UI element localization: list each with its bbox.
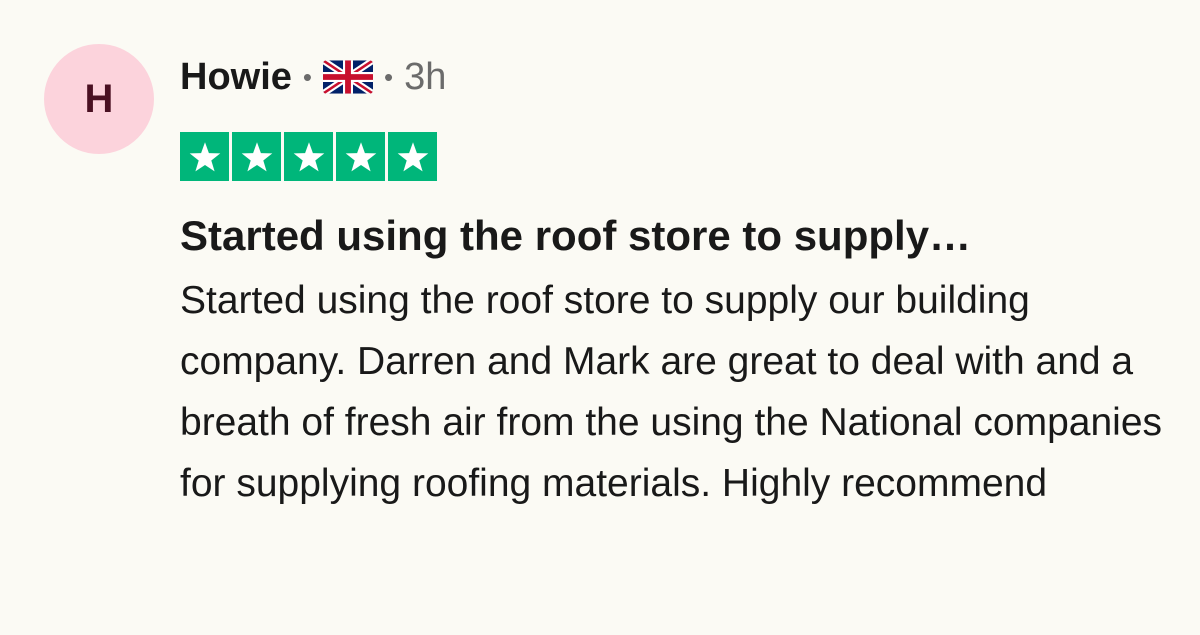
star-rating (180, 132, 437, 181)
separator-dot: • (302, 61, 313, 92)
avatar[interactable]: H (44, 44, 154, 154)
review-header: Howie • • 3h (180, 52, 446, 102)
uk-flag-icon (323, 60, 374, 94)
star-icon (284, 132, 333, 181)
review-time: 3h (404, 55, 447, 98)
review-body: Started using the roof store to supply o… (180, 279, 1163, 505)
separator-dot: • (384, 61, 394, 92)
review-title[interactable]: Started using the roof store to supply… (180, 210, 1180, 262)
star-icon (232, 132, 281, 181)
avatar-initial: H (84, 76, 114, 121)
star-icon (336, 132, 385, 181)
author-name[interactable]: Howie (180, 56, 292, 99)
star-icon (388, 132, 437, 181)
star-icon (180, 132, 229, 181)
